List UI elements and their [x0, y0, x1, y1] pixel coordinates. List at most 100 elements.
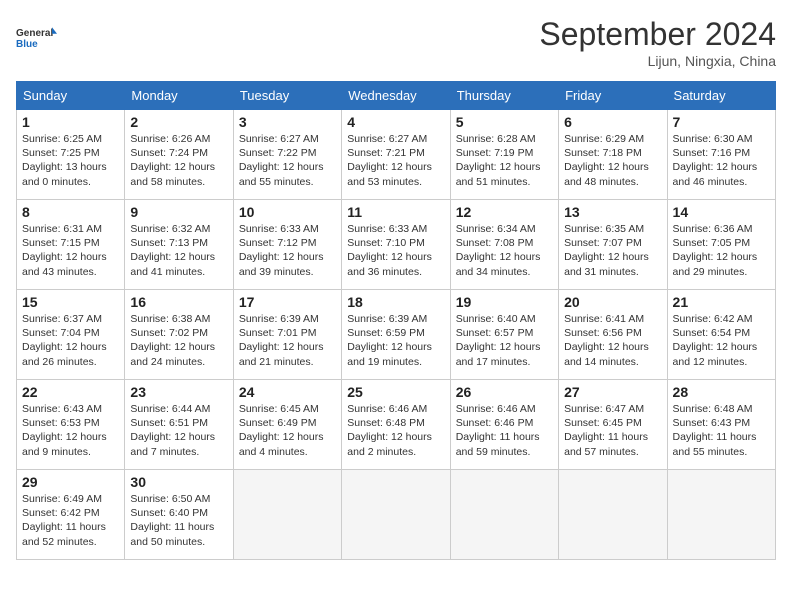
day-info: Sunrise: 6:29 AMSunset: 7:18 PMDaylight:… — [564, 133, 649, 188]
page-header: General Blue September 2024 Lijun, Ningx… — [16, 16, 776, 69]
day-info: Sunrise: 6:50 AMSunset: 6:40 PMDaylight:… — [130, 493, 214, 548]
day-info: Sunrise: 6:26 AMSunset: 7:24 PMDaylight:… — [130, 133, 215, 188]
day-number: 1 — [22, 114, 119, 130]
day-number: 14 — [673, 204, 770, 220]
day-number: 18 — [347, 294, 444, 310]
day-number: 21 — [673, 294, 770, 310]
day-number: 16 — [130, 294, 227, 310]
calendar-table: Sunday Monday Tuesday Wednesday Thursday… — [16, 81, 776, 560]
day-number: 4 — [347, 114, 444, 130]
day-info: Sunrise: 6:46 AMSunset: 6:46 PMDaylight:… — [456, 403, 540, 458]
day-info: Sunrise: 6:30 AMSunset: 7:16 PMDaylight:… — [673, 133, 758, 188]
day-info: Sunrise: 6:38 AMSunset: 7:02 PMDaylight:… — [130, 313, 215, 368]
col-thursday: Thursday — [450, 82, 558, 110]
day-number: 26 — [456, 384, 553, 400]
col-sunday: Sunday — [17, 82, 125, 110]
day-number: 12 — [456, 204, 553, 220]
day-info: Sunrise: 6:43 AMSunset: 6:53 PMDaylight:… — [22, 403, 107, 458]
day-number: 19 — [456, 294, 553, 310]
table-row: 30 Sunrise: 6:50 AMSunset: 6:40 PMDayligh… — [125, 470, 233, 560]
day-number: 3 — [239, 114, 336, 130]
day-info: Sunrise: 6:33 AMSunset: 7:12 PMDaylight:… — [239, 223, 324, 278]
day-number: 30 — [130, 474, 227, 490]
day-info: Sunrise: 6:45 AMSunset: 6:49 PMDaylight:… — [239, 403, 324, 458]
location: Lijun, Ningxia, China — [539, 53, 776, 69]
calendar-header-row: Sunday Monday Tuesday Wednesday Thursday… — [17, 82, 776, 110]
table-row: 25 Sunrise: 6:46 AMSunset: 6:48 PMDayligh… — [342, 380, 450, 470]
day-info: Sunrise: 6:39 AMSunset: 6:59 PMDaylight:… — [347, 313, 432, 368]
table-row: 10Sunrise: 6:33 AMSunset: 7:12 PMDayligh… — [233, 200, 341, 290]
calendar-week-row: 22 Sunrise: 6:43 AMSunset: 6:53 PMDayligh… — [17, 380, 776, 470]
table-row: 12 Sunrise: 6:34 AMSunset: 7:08 PMDayligh… — [450, 200, 558, 290]
table-row: 26 Sunrise: 6:46 AMSunset: 6:46 PMDayligh… — [450, 380, 558, 470]
logo: General Blue — [16, 16, 61, 61]
table-row — [667, 470, 775, 560]
table-row: 2 Sunrise: 6:26 AMSunset: 7:24 PMDaylight… — [125, 110, 233, 200]
table-row: 19 Sunrise: 6:40 AMSunset: 6:57 PMDayligh… — [450, 290, 558, 380]
table-row — [233, 470, 341, 560]
calendar-week-row: 1 Sunrise: 6:25 AMSunset: 7:25 PMDaylight… — [17, 110, 776, 200]
table-row: 29Sunrise: 6:49 AMSunset: 6:42 PMDayligh… — [17, 470, 125, 560]
day-info: Sunrise: 6:49 AMSunset: 6:42 PMDaylight:… — [22, 493, 106, 548]
calendar-week-row: 8Sunrise: 6:31 AMSunset: 7:15 PMDaylight… — [17, 200, 776, 290]
table-row: 7 Sunrise: 6:30 AMSunset: 7:16 PMDaylight… — [667, 110, 775, 200]
day-info: Sunrise: 6:25 AMSunset: 7:25 PMDaylight:… — [22, 133, 107, 188]
table-row: 22 Sunrise: 6:43 AMSunset: 6:53 PMDayligh… — [17, 380, 125, 470]
col-wednesday: Wednesday — [342, 82, 450, 110]
svg-text:General: General — [16, 28, 53, 39]
day-number: 8 — [22, 204, 119, 220]
day-number: 5 — [456, 114, 553, 130]
table-row: 3 Sunrise: 6:27 AMSunset: 7:22 PMDaylight… — [233, 110, 341, 200]
day-number: 20 — [564, 294, 661, 310]
day-info: Sunrise: 6:33 AMSunset: 7:10 PMDaylight:… — [347, 223, 432, 278]
calendar-body: 1 Sunrise: 6:25 AMSunset: 7:25 PMDaylight… — [17, 110, 776, 560]
day-info: Sunrise: 6:37 AMSunset: 7:04 PMDaylight:… — [22, 313, 107, 368]
table-row: 20Sunrise: 6:41 AMSunset: 6:56 PMDayligh… — [559, 290, 667, 380]
day-number: 11 — [347, 204, 444, 220]
day-number: 15 — [22, 294, 119, 310]
table-row — [559, 470, 667, 560]
day-info: Sunrise: 6:39 AMSunset: 7:01 PMDaylight:… — [239, 313, 324, 368]
day-info: Sunrise: 6:27 AMSunset: 7:21 PMDaylight:… — [347, 133, 432, 188]
day-number: 7 — [673, 114, 770, 130]
table-row: 17 Sunrise: 6:39 AMSunset: 7:01 PMDayligh… — [233, 290, 341, 380]
day-number: 25 — [347, 384, 444, 400]
day-number: 17 — [239, 294, 336, 310]
day-number: 24 — [239, 384, 336, 400]
day-number: 23 — [130, 384, 227, 400]
day-info: Sunrise: 6:40 AMSunset: 6:57 PMDaylight:… — [456, 313, 541, 368]
day-info: Sunrise: 6:27 AMSunset: 7:22 PMDaylight:… — [239, 133, 324, 188]
table-row — [342, 470, 450, 560]
day-info: Sunrise: 6:44 AMSunset: 6:51 PMDaylight:… — [130, 403, 215, 458]
day-info: Sunrise: 6:42 AMSunset: 6:54 PMDaylight:… — [673, 313, 758, 368]
day-number: 6 — [564, 114, 661, 130]
day-number: 13 — [564, 204, 661, 220]
col-friday: Friday — [559, 82, 667, 110]
day-info: Sunrise: 6:28 AMSunset: 7:19 PMDaylight:… — [456, 133, 541, 188]
day-info: Sunrise: 6:46 AMSunset: 6:48 PMDaylight:… — [347, 403, 432, 458]
table-row: 11 Sunrise: 6:33 AMSunset: 7:10 PMDayligh… — [342, 200, 450, 290]
day-info: Sunrise: 6:34 AMSunset: 7:08 PMDaylight:… — [456, 223, 541, 278]
table-row: 16 Sunrise: 6:38 AMSunset: 7:02 PMDayligh… — [125, 290, 233, 380]
table-row: 5 Sunrise: 6:28 AMSunset: 7:19 PMDaylight… — [450, 110, 558, 200]
day-info: Sunrise: 6:47 AMSunset: 6:45 PMDaylight:… — [564, 403, 648, 458]
title-block: September 2024 Lijun, Ningxia, China — [539, 16, 776, 69]
table-row — [450, 470, 558, 560]
day-info: Sunrise: 6:32 AMSunset: 7:13 PMDaylight:… — [130, 223, 215, 278]
day-info: Sunrise: 6:35 AMSunset: 7:07 PMDaylight:… — [564, 223, 649, 278]
day-number: 2 — [130, 114, 227, 130]
table-row: 27 Sunrise: 6:47 AMSunset: 6:45 PMDayligh… — [559, 380, 667, 470]
calendar-week-row: 15 Sunrise: 6:37 AMSunset: 7:04 PMDayligh… — [17, 290, 776, 380]
table-row: 15 Sunrise: 6:37 AMSunset: 7:04 PMDayligh… — [17, 290, 125, 380]
svg-text:Blue: Blue — [16, 39, 38, 50]
logo-svg: General Blue — [16, 16, 61, 61]
calendar-week-row: 29Sunrise: 6:49 AMSunset: 6:42 PMDayligh… — [17, 470, 776, 560]
month-title: September 2024 — [539, 16, 776, 53]
table-row: 21 Sunrise: 6:42 AMSunset: 6:54 PMDayligh… — [667, 290, 775, 380]
day-number: 27 — [564, 384, 661, 400]
table-row: 1 Sunrise: 6:25 AMSunset: 7:25 PMDaylight… — [17, 110, 125, 200]
table-row: 18 Sunrise: 6:39 AMSunset: 6:59 PMDayligh… — [342, 290, 450, 380]
day-info: Sunrise: 6:36 AMSunset: 7:05 PMDaylight:… — [673, 223, 758, 278]
col-saturday: Saturday — [667, 82, 775, 110]
day-number: 22 — [22, 384, 119, 400]
